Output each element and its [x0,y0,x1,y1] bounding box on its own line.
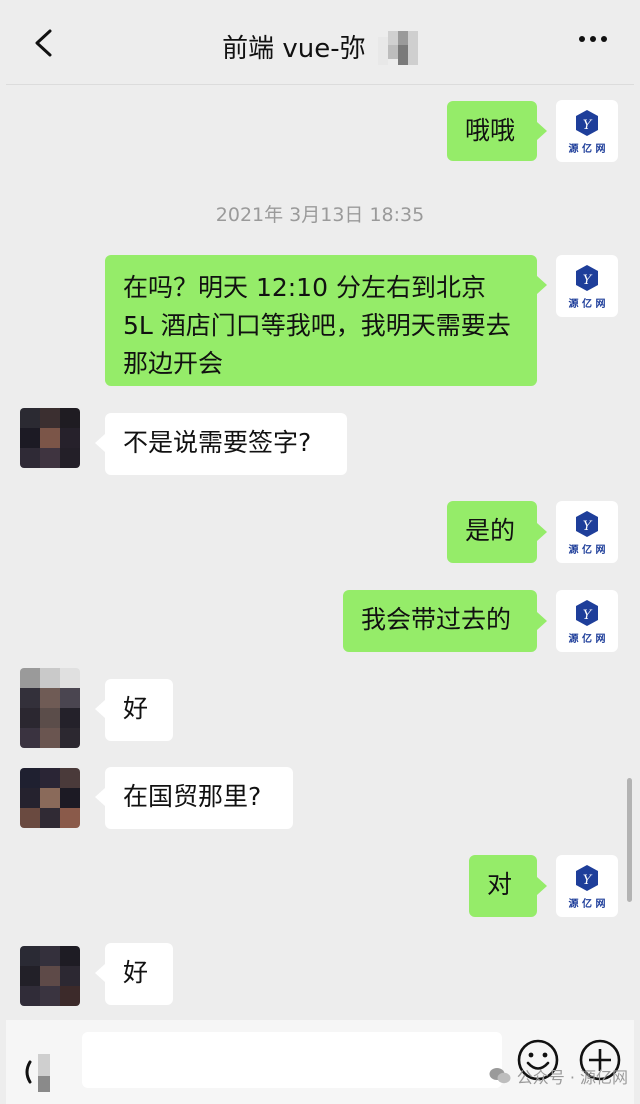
avatar-self[interactable]: Y 源 亿 网 [556,255,618,317]
watermark: 公众号 · 源亿网 [489,1064,628,1088]
message-text: 好 [123,958,149,987]
brand-logo-icon: Y 源 亿 网 [569,110,606,155]
pixelated-avatar-image [20,408,80,468]
message-bubble-sent[interactable]: 是的 [447,501,537,563]
avatar-contact[interactable] [20,768,80,828]
message-text: 不是说需要签字? [123,428,312,457]
message-bubble-received[interactable]: 好 [105,943,173,1005]
svg-text:源 亿 网: 源 亿 网 [569,897,606,910]
bubble-tail [537,276,547,294]
pixelated-avatar-image [20,946,80,1006]
message-text: 在国贸那里? [123,782,262,811]
message-text: 对 [487,870,513,899]
avatar-contact[interactable] [20,668,80,748]
bubble-tail [95,964,105,982]
bubble-tail [537,122,547,140]
message-text: 是的 [465,516,516,545]
svg-text:Y: Y [583,519,593,534]
chat-title: 前端 vue-弥 [6,28,634,67]
message-text: 在吗？明天 12:10 分左右到北京 5L 酒店门口等我吧，我明天需要去那边开会 [123,273,511,378]
message-input[interactable] [82,1032,502,1088]
more-horizontal-icon[interactable] [578,34,608,44]
chat-title-text: 前端 vue-弥 [222,34,366,64]
avatar-self[interactable]: Y 源 亿 网 [556,501,618,563]
bubble-tail [537,523,547,541]
svg-text:Y: Y [583,118,593,133]
svg-text:源 亿 网: 源 亿 网 [569,297,606,310]
message-text: 我会带过去的 [361,605,512,634]
message-bubble-sent[interactable]: 对 [469,855,537,917]
bubble-tail [95,434,105,452]
avatar-contact[interactable] [20,408,80,468]
message-text: 哦哦 [465,116,516,145]
redaction-mosaic [377,30,418,65]
brand-logo-icon: Y 源 亿 网 [569,865,606,910]
svg-text:Y: Y [583,608,593,623]
brand-logo-icon: Y 源 亿 网 [569,600,606,645]
svg-text:源 亿 网: 源 亿 网 [569,543,606,556]
chat-window: 前端 vue-弥 哦哦 Y 源 亿 网 2021年 3月13日 18:35 在吗… [6,0,634,1104]
input-bar: 公众号 · 源亿网 [6,1020,634,1104]
message-bubble-sent[interactable]: 我会带过去的 [343,590,537,652]
avatar-self[interactable]: Y 源 亿 网 [556,590,618,652]
chat-header: 前端 vue-弥 [6,0,634,85]
wechat-icon [489,1068,511,1084]
brand-logo-icon: Y 源 亿 网 [569,511,606,556]
message-bubble-received[interactable]: 在国贸那里? [105,767,293,829]
svg-text:Y: Y [583,273,593,288]
message-text: 好 [123,694,149,723]
pixelated-avatar-image [20,768,80,828]
scrollbar[interactable] [627,778,632,902]
bubble-tail [537,877,547,895]
pixelated-avatar-image [20,668,80,748]
svg-text:Y: Y [583,873,593,888]
avatar-self[interactable]: Y 源 亿 网 [556,100,618,162]
message-bubble-received[interactable]: 好 [105,679,173,741]
message-timestamp: 2021年 3月13日 18:35 [215,204,425,226]
voice-icon[interactable] [20,1050,64,1094]
message-bubble-sent[interactable]: 哦哦 [447,101,537,161]
bubble-tail [537,612,547,630]
message-bubble-sent[interactable]: 在吗？明天 12:10 分左右到北京 5L 酒店门口等我吧，我明天需要去那边开会 [105,255,537,386]
brand-logo-icon: Y 源 亿 网 [569,265,606,310]
svg-text:源 亿 网: 源 亿 网 [569,142,606,155]
watermark-text: 公众号 · 源亿网 [516,1068,628,1087]
avatar-self[interactable]: Y 源 亿 网 [556,855,618,917]
bubble-tail [95,700,105,718]
bubble-tail [95,788,105,806]
svg-text:源 亿 网: 源 亿 网 [569,632,606,645]
message-bubble-received[interactable]: 不是说需要签字? [105,413,347,475]
avatar-contact[interactable] [20,946,80,1006]
